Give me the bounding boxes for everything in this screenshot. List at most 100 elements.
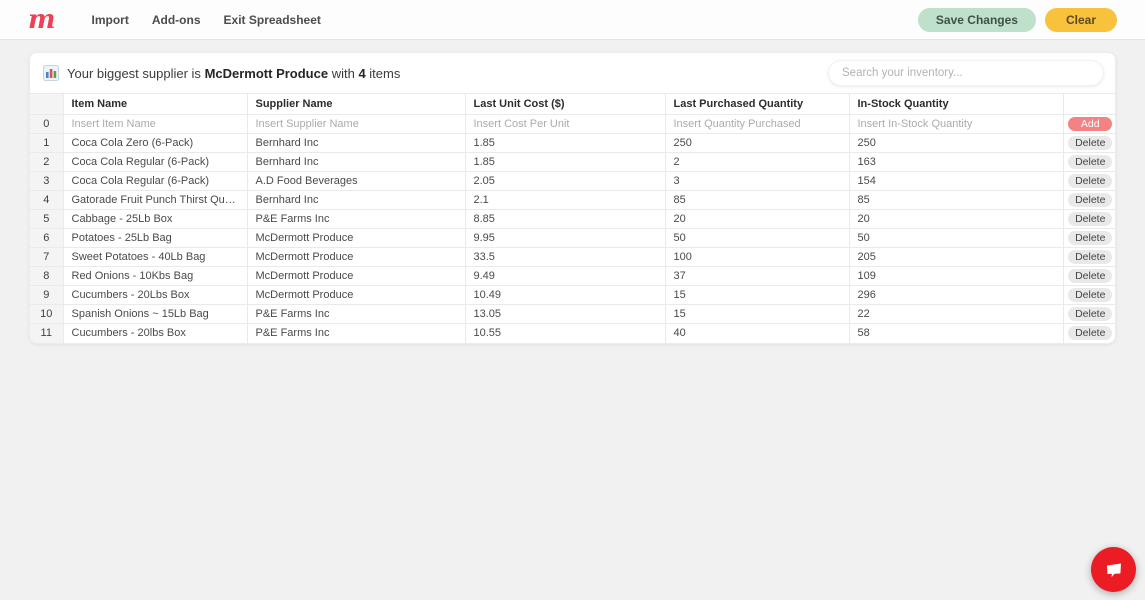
supplier-name-cell[interactable]: P&E Farms Inc (247, 304, 466, 324)
item-name-cell[interactable]: Potatoes - 25Lb Bag (63, 228, 248, 248)
purchased-qty-cell[interactable]: 3 (665, 171, 850, 191)
row-index-cell: 6 (30, 228, 64, 248)
header-last-unit-cost: Last Unit Cost ($) (465, 93, 666, 115)
table-row: 10 Spanish Onions ~ 15Lb Bag P&E Farms Inc… (30, 304, 1115, 324)
in-stock-qty-cell[interactable]: 85 (849, 190, 1064, 210)
header-in-stock-quantity: In-Stock Quantity (849, 93, 1064, 115)
delete-button[interactable]: Delete (1068, 193, 1113, 207)
purchased-qty-cell[interactable]: 2 (665, 152, 850, 172)
in-stock-qty-cell[interactable]: 250 (849, 133, 1064, 153)
in-stock-qty-cell[interactable]: 296 (849, 285, 1064, 305)
supplier-name-cell[interactable]: P&E Farms Inc (247, 323, 466, 343)
banner-text-suffix: items (365, 65, 401, 81)
nav-item-exit-spreadsheet[interactable]: Exit Spreadsheet (224, 13, 321, 27)
delete-button[interactable]: Delete (1068, 288, 1113, 302)
item-name-cell[interactable]: Coca Cola Regular (6-Pack) (63, 171, 248, 191)
delete-button[interactable]: Delete (1068, 269, 1113, 283)
bar-chart-icon (43, 65, 59, 81)
purchased-qty-cell[interactable]: 15 (665, 285, 850, 305)
app-logo[interactable]: m (28, 7, 56, 33)
item-name-cell[interactable]: Coca Cola Regular (6-Pack) (63, 152, 248, 172)
delete-button[interactable]: Delete (1068, 136, 1113, 150)
delete-button[interactable]: Delete (1068, 250, 1113, 264)
purchased-qty-cell[interactable]: 37 (665, 266, 850, 286)
unit-cost-cell[interactable]: 9.49 (465, 266, 666, 286)
purchased-qty-cell[interactable]: 15 (665, 304, 850, 324)
supplier-name-cell[interactable]: Bernhard Inc (247, 190, 466, 210)
item-name-cell[interactable]: Red Onions - 10Kbs Bag (63, 266, 248, 286)
unit-cost-cell[interactable]: 33.5 (465, 247, 666, 267)
nav-item-addons[interactable]: Add-ons (152, 13, 201, 27)
row-index-cell: 11 (30, 323, 64, 343)
row-index-cell: 10 (30, 304, 64, 324)
action-cell: Delete (1063, 304, 1115, 324)
unit-cost-cell[interactable]: 1.85 (465, 152, 666, 172)
chat-launcher-button[interactable] (1091, 547, 1136, 592)
clear-button[interactable]: Clear (1044, 7, 1117, 32)
purchased-qty-cell[interactable]: 50 (665, 228, 850, 248)
unit-cost-cell[interactable]: 10.55 (465, 323, 666, 343)
unit-cost-cell[interactable]: 2.05 (465, 171, 666, 191)
supplier-name-cell[interactable]: P&E Farms Inc (247, 209, 466, 229)
supplier-name-cell[interactable]: McDermott Produce (247, 266, 466, 286)
purchased-qty-cell[interactable]: 20 (665, 209, 850, 229)
header-index (30, 93, 64, 115)
purchased-qty-cell[interactable]: 250 (665, 133, 850, 153)
delete-button[interactable]: Delete (1068, 212, 1113, 226)
action-cell: Delete (1063, 228, 1115, 248)
in-stock-qty-cell[interactable]: 50 (849, 228, 1064, 248)
unit-cost-cell[interactable]: 8.85 (465, 209, 666, 229)
in-stock-qty-cell[interactable]: 205 (849, 247, 1064, 267)
in-stock-qty-cell[interactable]: Insert In-Stock Quantity (849, 114, 1064, 134)
supplier-name-cell[interactable]: A.D Food Beverages (247, 171, 466, 191)
in-stock-qty-cell[interactable]: 20 (849, 209, 1064, 229)
action-cell: Delete (1063, 323, 1115, 343)
unit-cost-cell[interactable]: 10.49 (465, 285, 666, 305)
item-name-cell[interactable]: Spanish Onions ~ 15Lb Bag (63, 304, 248, 324)
search-input[interactable] (828, 60, 1104, 86)
row-index-cell: 4 (30, 190, 64, 210)
add-button[interactable]: Add (1068, 117, 1113, 131)
action-cell: Delete (1063, 171, 1115, 191)
action-cell: Delete (1063, 266, 1115, 286)
row-index-cell: 1 (30, 133, 64, 153)
delete-button[interactable]: Delete (1068, 174, 1113, 188)
supplier-name-cell[interactable]: Bernhard Inc (247, 152, 466, 172)
unit-cost-cell[interactable]: 9.95 (465, 228, 666, 248)
row-index-cell: 5 (30, 209, 64, 229)
unit-cost-cell[interactable]: 2.1 (465, 190, 666, 210)
item-name-cell[interactable]: Coca Cola Zero (6-Pack) (63, 133, 248, 153)
purchased-qty-cell[interactable]: 40 (665, 323, 850, 343)
in-stock-qty-cell[interactable]: 163 (849, 152, 1064, 172)
unit-cost-cell[interactable]: 13.05 (465, 304, 666, 324)
in-stock-qty-cell[interactable]: 109 (849, 266, 1064, 286)
in-stock-qty-cell[interactable]: 58 (849, 323, 1064, 343)
in-stock-qty-cell[interactable]: 22 (849, 304, 1064, 324)
save-changes-button[interactable]: Save Changes (917, 7, 1036, 32)
delete-button[interactable]: Delete (1068, 231, 1113, 245)
unit-cost-cell[interactable]: 1.85 (465, 133, 666, 153)
item-name-cell[interactable]: Cucumbers - 20lbs Box (63, 323, 248, 343)
supplier-name-cell[interactable]: Bernhard Inc (247, 133, 466, 153)
nav-item-import[interactable]: Import (92, 13, 129, 27)
item-name-cell[interactable]: Insert Item Name (63, 114, 248, 134)
purchased-qty-cell[interactable]: 100 (665, 247, 850, 267)
unit-cost-cell[interactable]: Insert Cost Per Unit (465, 114, 666, 134)
table-row: 2 Coca Cola Regular (6-Pack) Bernhard Inc 1… (30, 152, 1115, 172)
item-name-cell[interactable]: Cabbage - 25Lb Box (63, 209, 248, 229)
purchased-qty-cell[interactable]: 85 (665, 190, 850, 210)
item-name-cell[interactable]: Sweet Potatoes - 40Lb Bag (63, 247, 248, 267)
item-name-cell[interactable]: Gatorade Fruit Punch Thirst Quenche (6 P… (63, 190, 248, 210)
in-stock-qty-cell[interactable]: 154 (849, 171, 1064, 191)
delete-button[interactable]: Delete (1068, 307, 1113, 321)
purchased-qty-cell[interactable]: Insert Quantity Purchased (665, 114, 850, 134)
delete-button[interactable]: Delete (1068, 155, 1113, 169)
supplier-name-cell[interactable]: Insert Supplier Name (247, 114, 466, 134)
table-row: 8 Red Onions - 10Kbs Bag McDermott Produce… (30, 266, 1115, 286)
supplier-name-cell[interactable]: McDermott Produce (247, 228, 466, 248)
supplier-name-cell[interactable]: McDermott Produce (247, 285, 466, 305)
supplier-name-cell[interactable]: McDermott Produce (247, 247, 466, 267)
delete-button[interactable]: Delete (1068, 326, 1113, 341)
banner-supplier-name: McDermott Produce (204, 65, 329, 81)
item-name-cell[interactable]: Cucumbers - 20Lbs Box (63, 285, 248, 305)
